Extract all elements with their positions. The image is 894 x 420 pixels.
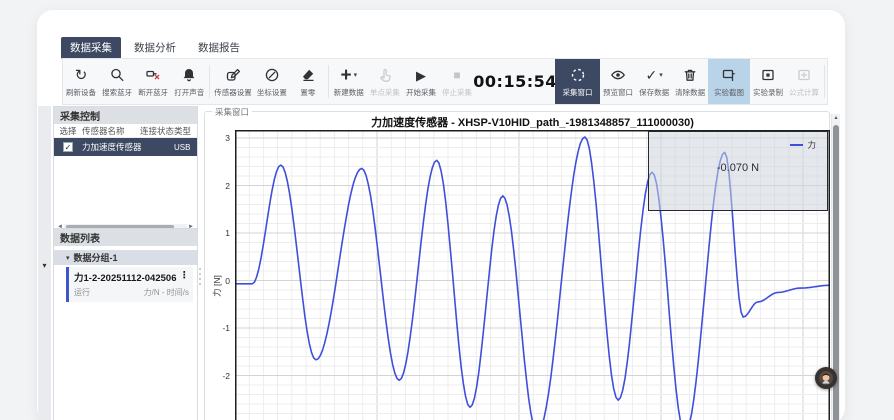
- chevron-down-icon[interactable]: ▾: [659, 66, 663, 85]
- stop-icon: ■: [453, 66, 460, 85]
- sidebar-collapse-strip[interactable]: ▾: [38, 106, 51, 420]
- check-icon: ✓: [645, 66, 657, 85]
- formula-icon: [796, 66, 812, 85]
- data-item-status: 运行: [74, 287, 90, 298]
- tab-data-acquisition[interactable]: 数据采集: [61, 37, 121, 59]
- data-list-panel: 数据列表 ▾ 数据分组-1 力1-2-20251112-042506 ⋮ 运行 …: [53, 228, 198, 420]
- hand-pointer-icon: [377, 66, 393, 85]
- y-axis-label: 力 [N]: [211, 256, 223, 316]
- preview-window-button[interactable]: 预览窗口: [600, 59, 636, 104]
- data-list-header: 数据列表: [54, 229, 197, 246]
- eraser-icon: [300, 66, 316, 85]
- legend-line-swatch: [790, 144, 803, 146]
- zero-button[interactable]: 置零: [290, 59, 326, 104]
- data-item-axes: 力/N - 时间/s: [144, 287, 189, 298]
- tab-data-analysis[interactable]: 数据分析: [125, 37, 185, 59]
- data-group-row[interactable]: ▾ 数据分组-1: [54, 250, 197, 265]
- save-data-button[interactable]: ✓▾ 保存数据: [636, 59, 672, 104]
- chevron-down-icon[interactable]: ▾: [354, 66, 358, 85]
- sensor-name: 力加速度传感器: [82, 141, 140, 153]
- collect-window-button[interactable]: 采集窗口: [555, 59, 600, 104]
- play-icon: ▶: [416, 66, 426, 85]
- single-point-collect-button: 单点采集: [367, 59, 403, 104]
- panel-splitter[interactable]: [199, 268, 201, 285]
- avatar-face-icon: [818, 370, 834, 386]
- sensor-row[interactable]: ✓ 力加速度传感器 USB: [54, 138, 197, 156]
- clear-data-button[interactable]: 清除数据: [672, 59, 708, 104]
- chart-plot-area[interactable]: -0.070 N 力: [235, 130, 830, 420]
- toolbar-separator: [328, 65, 329, 98]
- bell-icon: [181, 66, 197, 85]
- sensor-table-header: 选择 传感器名称 连接状态 类型: [54, 124, 197, 138]
- toolbar: ↻ 刷新设备 搜索蓝牙 断开蓝牙 打开声音 传感器设置: [62, 58, 828, 105]
- screenshot-icon: [721, 66, 737, 85]
- dashed-circle-icon: [570, 66, 586, 85]
- measurement-value: -0.070 N: [717, 162, 759, 174]
- acquisition-control-panel: 采集控制 选择 传感器名称 连接状态 类型 ✓ 力加速度传感器 USB ◄ ►: [53, 106, 198, 234]
- stop-collect-button: ■ 停止采集: [439, 59, 475, 104]
- collapse-arrow-icon[interactable]: ▾: [42, 261, 46, 270]
- search-bluetooth-button[interactable]: 搜索蓝牙: [99, 59, 135, 104]
- tree-expand-icon[interactable]: ▾: [66, 254, 70, 262]
- item-menu-icon[interactable]: ⋮: [180, 270, 190, 284]
- chart-title: 力加速度传感器 - XHSP-V10HID_path_-1981348857_1…: [235, 114, 830, 130]
- bluetooth-disconnect-icon: [145, 66, 161, 85]
- record-icon: [760, 66, 776, 85]
- desktop: { "tabs": [ { "label": "数据采集", "active":…: [0, 0, 894, 420]
- sensor-settings-icon: [225, 66, 241, 85]
- experiment-record-button[interactable]: 实验录制: [750, 59, 786, 104]
- toolbar-separator: [824, 65, 825, 98]
- experiment-screenshot-button[interactable]: 实验截图: [708, 59, 750, 104]
- plot-settings-button[interactable]: 坐标设置: [254, 59, 290, 104]
- legend-series-name: 力: [807, 139, 816, 151]
- main-tabs: 数据采集 数据分析 数据报告: [61, 37, 249, 59]
- sensor-type: USB: [174, 143, 196, 152]
- y-tick-label: 1: [205, 227, 230, 239]
- plot-settings-icon: [264, 66, 280, 85]
- toolbar-separator: [209, 65, 210, 98]
- sensor-settings-button[interactable]: 传感器设置: [212, 59, 254, 104]
- scroll-up-icon[interactable]: ▴: [832, 114, 840, 123]
- tab-data-report[interactable]: 数据报告: [189, 37, 249, 59]
- plus-icon: +: [340, 66, 351, 85]
- y-tick-label: -2: [205, 370, 230, 382]
- open-sound-button[interactable]: 打开声音: [171, 59, 207, 104]
- start-collect-button[interactable]: ▶ 开始采集: [403, 59, 439, 104]
- collection-timer: 00:15:54: [475, 59, 555, 104]
- app-window: 数据采集 数据分析 数据报告 ↻ 刷新设备 搜索蓝牙 断开蓝牙 打开声音: [37, 10, 845, 420]
- disconnect-bluetooth-button[interactable]: 断开蓝牙: [135, 59, 171, 104]
- floating-avatar-button[interactable]: [815, 367, 837, 389]
- acquisition-control-header: 采集控制: [54, 107, 197, 124]
- new-data-button[interactable]: +▾ 新建数据: [331, 59, 367, 104]
- y-tick-label: 2: [205, 180, 230, 192]
- formula-calc-button: 公式计算: [786, 59, 822, 104]
- chart-legend: 力: [790, 139, 816, 151]
- refresh-device-button[interactable]: ↻ 刷新设备: [63, 59, 99, 104]
- y-tick-label: 3: [205, 132, 230, 144]
- refresh-icon: ↻: [75, 66, 88, 85]
- sensor-checkbox[interactable]: ✓: [63, 142, 73, 152]
- y-tick-label: -1: [205, 322, 230, 334]
- data-list-item[interactable]: 力1-2-20251112-042506 ⋮ 运行 力/N - 时间/s: [66, 267, 193, 302]
- search-icon: [109, 66, 125, 85]
- data-item-title: 力1-2-20251112-042506: [74, 270, 176, 284]
- eye-icon: [610, 66, 626, 85]
- trash-icon: [682, 66, 698, 85]
